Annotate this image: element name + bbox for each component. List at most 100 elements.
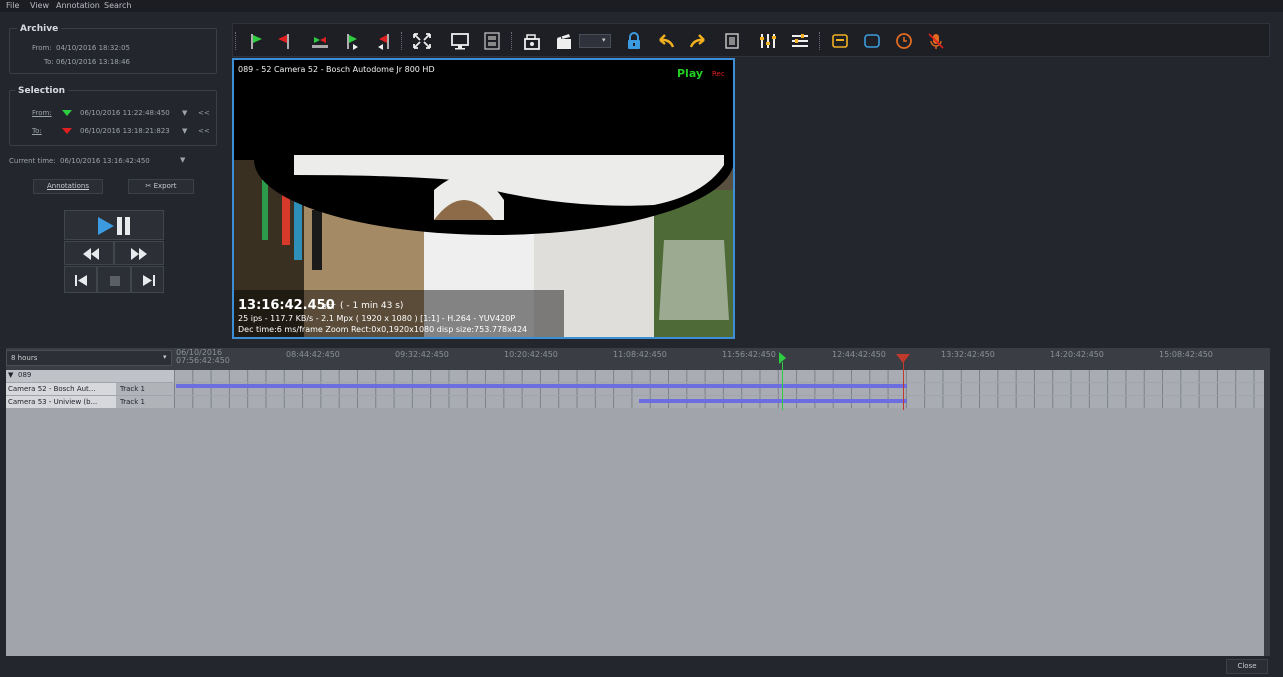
- close-button-label: Close: [1237, 662, 1257, 670]
- vertical-scrollbar[interactable]: [1264, 348, 1270, 656]
- time-range-value: 8 hours: [11, 354, 38, 362]
- stop-button[interactable]: [97, 266, 131, 293]
- video-title: 089 - 52 Camera 52 - Bosch Autodome Jr 8…: [238, 65, 435, 74]
- tick-label: 06/10/2016 07:56:42:450: [176, 348, 230, 365]
- play-pause-button[interactable]: [64, 210, 164, 240]
- set-start-marker-button[interactable]: [245, 31, 267, 51]
- monitor-icon: [451, 33, 469, 50]
- video-decode-info: Dec time:6 ms/frame Zoom Rect:0x0,1920x1…: [238, 325, 528, 334]
- toolbar-separator: [511, 32, 514, 50]
- selection-start-line: [782, 362, 783, 410]
- timeline-row-camera-52[interactable]: Camera 52 - Bosch Aut... Track 1: [6, 383, 174, 395]
- time-range-select[interactable]: 8 hours ▾: [6, 350, 172, 366]
- camera-group-row[interactable]: ▼ 089: [6, 370, 174, 382]
- timeline-panel[interactable]: 8 hours ▾ 06/10/2016 07:56:42:450 08:44:…: [6, 348, 1270, 656]
- main-toolbar: ▾: [232, 23, 1270, 57]
- menu-annotation[interactable]: Annotation: [56, 1, 100, 10]
- group-expand-icon[interactable]: ▼: [8, 371, 13, 379]
- stop-icon: [110, 276, 120, 286]
- selection-to-rewind-button[interactable]: <<: [198, 127, 210, 135]
- rec-status: Rec: [712, 70, 725, 78]
- center-markers-button[interactable]: [309, 31, 331, 51]
- toolbar-separator: [401, 32, 404, 50]
- lock-button[interactable]: [623, 31, 645, 51]
- close-button[interactable]: Close: [1226, 659, 1268, 674]
- archive-to-value: 06/10/2016 13:18:46: [56, 58, 131, 66]
- annotations-button-label: Annotations: [46, 182, 90, 190]
- menu-file[interactable]: File: [6, 1, 19, 10]
- tick-label: 09:32:42:450: [395, 350, 449, 359]
- fast-backward-icon: [83, 248, 99, 260]
- menu-view[interactable]: View: [30, 1, 49, 10]
- selection-from-rewind-button[interactable]: <<: [198, 109, 210, 117]
- settings-panel-button[interactable]: [789, 31, 811, 51]
- mute-audio-button[interactable]: [925, 31, 947, 51]
- display-button[interactable]: [449, 31, 471, 51]
- frame-icon: [725, 33, 739, 49]
- video-offset: ( - 1 min 43 s): [340, 301, 404, 311]
- skip-to-end-button[interactable]: [131, 266, 164, 293]
- toolbar-separator: [819, 32, 822, 50]
- goto-end-marker-button[interactable]: [373, 31, 395, 51]
- fast-forward-icon: [131, 248, 147, 260]
- group-label: 089: [18, 371, 32, 379]
- storyboard-button[interactable]: [481, 31, 503, 51]
- film-grid-icon: [484, 32, 500, 50]
- goto-start-marker-button[interactable]: [341, 31, 363, 51]
- current-time-dropdown-icon[interactable]: ▼: [180, 156, 185, 164]
- timeline-row-camera-53[interactable]: Camera 53 - Uniview (b... Track 1: [6, 396, 174, 408]
- selection-from-label: From:: [32, 109, 52, 117]
- screen-button[interactable]: [861, 31, 883, 51]
- selection-title: Selection: [15, 86, 69, 96]
- screen-icon: [864, 34, 880, 48]
- recording-segment[interactable]: [639, 399, 907, 403]
- export-button[interactable]: ✂ Export: [128, 179, 194, 194]
- video-viewer[interactable]: 089 - 52 Camera 52 - Bosch Autodome Jr 8…: [232, 58, 735, 339]
- dvr-button[interactable]: [829, 31, 851, 51]
- export-icon: ✂: [145, 182, 152, 190]
- current-time-value[interactable]: 06/10/2016 13:16:42:450: [60, 157, 150, 165]
- export-button-label: Export: [153, 182, 177, 190]
- clapperboard-button[interactable]: [553, 31, 575, 51]
- selection-from-dropdown-icon[interactable]: ▼: [182, 109, 187, 117]
- red-flag-icon: [278, 34, 289, 49]
- image-adjust-button[interactable]: [757, 31, 779, 51]
- tick-label: 08:44:42:450: [286, 350, 340, 359]
- recording-segment[interactable]: [176, 384, 907, 388]
- channel-select[interactable]: ▾: [579, 34, 611, 48]
- tick-label: 14:20:42:450: [1050, 350, 1104, 359]
- timeline-header: 8 hours ▾ 06/10/2016 07:56:42:450 08:44:…: [6, 348, 1270, 370]
- rewind-button[interactable]: [64, 241, 114, 265]
- selection-to-value[interactable]: 06/10/2016 13:18:21:823: [80, 127, 170, 135]
- selection-from-value[interactable]: 06/10/2016 11:22:48:450: [80, 109, 170, 117]
- camera-snapshot-icon: [524, 34, 540, 50]
- fullscreen-button[interactable]: [411, 31, 433, 51]
- play-status: Play: [677, 67, 704, 80]
- video-stats: 25 ips - 117.7 KB/s - 2.1 Mpx ( 1920 x 1…: [238, 314, 516, 323]
- microphone-muted-icon: [928, 33, 944, 49]
- undo-button[interactable]: [655, 31, 677, 51]
- red-marker-icon: [62, 128, 72, 134]
- time-range-dropdown-icon: ▾: [163, 353, 167, 361]
- selection-to-dropdown-icon[interactable]: ▼: [182, 127, 187, 135]
- redo-button[interactable]: [687, 31, 709, 51]
- skip-to-start-button[interactable]: [64, 266, 97, 293]
- redo-arrow-icon: [689, 34, 705, 48]
- camera-row-name: Camera 52 - Bosch Aut...: [8, 385, 96, 393]
- menu-bar: File View Annotation Search: [0, 0, 1283, 12]
- play-pause-icon: [98, 217, 130, 235]
- toolbar-separator: [235, 32, 238, 50]
- expand-icon: [413, 33, 431, 49]
- snapshot-button[interactable]: [521, 31, 543, 51]
- archive-from-label: From:: [32, 44, 52, 52]
- frame-button[interactable]: [721, 31, 743, 51]
- video-timestamp: 13:16:42.450: [238, 298, 335, 313]
- green-flag-icon: [251, 34, 262, 49]
- selection-panel: [9, 90, 217, 146]
- set-end-marker-button[interactable]: [273, 31, 295, 51]
- menu-search[interactable]: Search: [104, 1, 131, 10]
- fast-forward-button[interactable]: [114, 241, 164, 265]
- clock-button[interactable]: [893, 31, 915, 51]
- markers-center-icon: [312, 37, 328, 48]
- annotations-button[interactable]: Annotations: [33, 179, 103, 194]
